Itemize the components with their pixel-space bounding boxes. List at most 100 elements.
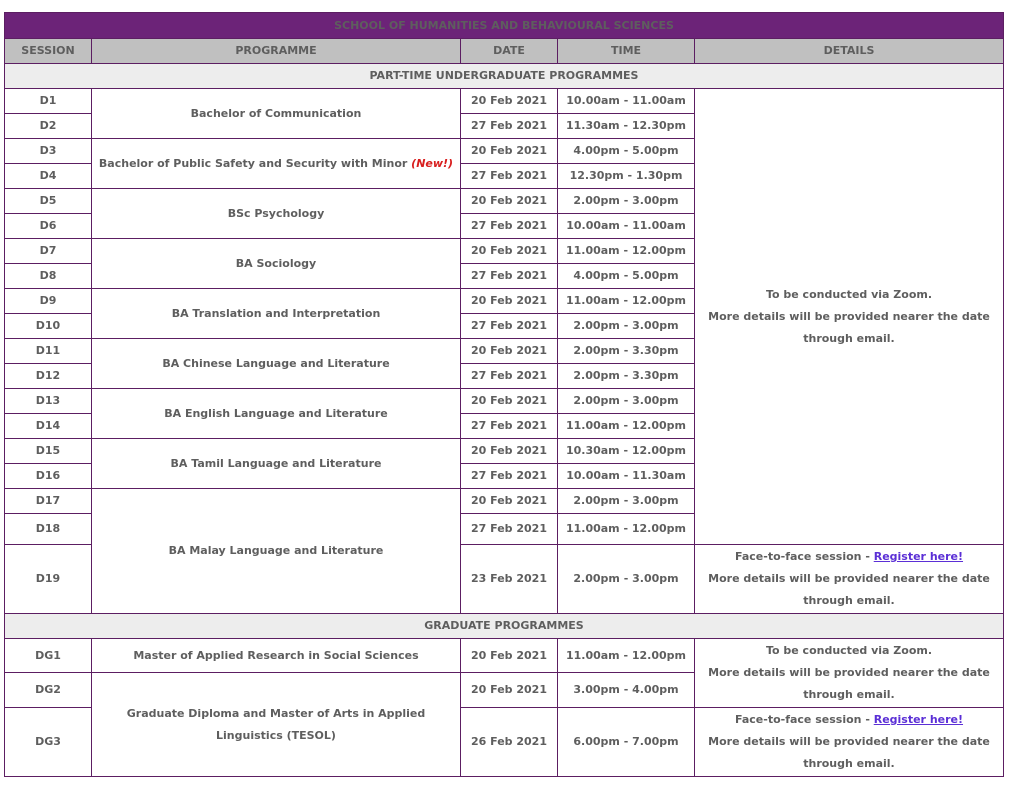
session-date: 20 Feb 2021 xyxy=(460,638,558,673)
session-time: 6.00pm - 7.00pm xyxy=(557,707,695,777)
programme-name-text: Bachelor of Public Safety and Security w… xyxy=(98,156,408,170)
section-row-grad: GRADUATE PROGRAMMES xyxy=(4,613,1004,639)
details-more-line: More details will be provided nearer the… xyxy=(708,572,990,585)
details-more-line: More details will be provided nearer the… xyxy=(708,666,990,679)
session-id: D5 xyxy=(4,188,92,214)
session-time: 2.00pm - 3.30pm xyxy=(557,338,695,364)
session-id: D14 xyxy=(4,413,92,439)
f2f-label: Face-to-face session - xyxy=(734,550,874,563)
section-title: GRADUATE PROGRAMMES xyxy=(4,613,1004,639)
programme-name: BA Sociology xyxy=(91,238,461,289)
session-id: DG2 xyxy=(4,672,92,708)
session-time: 11.00am - 12.00pm xyxy=(557,238,695,264)
new-badge: (New!) xyxy=(411,156,454,170)
title-row: SCHOOL OF HUMANITIES AND BEHAVIOURAL SCI… xyxy=(4,12,1004,39)
session-id: D3 xyxy=(4,138,92,164)
session-time: 2.00pm - 3.00pm xyxy=(557,488,695,514)
session-date: 27 Feb 2021 xyxy=(460,363,558,389)
session-id: D7 xyxy=(4,238,92,264)
session-id: D2 xyxy=(4,113,92,139)
details-more-line: More details will be provided nearer the… xyxy=(708,735,990,748)
session-id: D9 xyxy=(4,288,92,314)
programme-name: BA Chinese Language and Literature xyxy=(91,338,461,389)
session-date: 20 Feb 2021 xyxy=(460,488,558,514)
session-id: D6 xyxy=(4,213,92,239)
col-header-programme: PROGRAMME xyxy=(91,38,461,64)
session-date: 20 Feb 2021 xyxy=(460,138,558,164)
session-time: 4.00pm - 5.00pm xyxy=(557,138,695,164)
session-date: 27 Feb 2021 xyxy=(460,113,558,139)
session-time: 2.00pm - 3.00pm xyxy=(557,313,695,339)
details-email-line: through email. xyxy=(803,688,895,701)
section-row-undergrad: PART-TIME UNDERGRADUATE PROGRAMMES xyxy=(4,63,1004,89)
session-time: 11.00am - 12.00pm xyxy=(557,288,695,314)
session-id: D10 xyxy=(4,313,92,339)
session-time: 11.00am - 12.00pm xyxy=(557,513,695,545)
session-time: 11.00am - 12.00pm xyxy=(557,413,695,439)
programme-name: Master of Applied Research in Social Sci… xyxy=(91,638,461,673)
session-id: D15 xyxy=(4,438,92,464)
session-time: 10.00am - 11.00am xyxy=(557,88,695,114)
session-id: D12 xyxy=(4,363,92,389)
session-time: 2.00pm - 3.30pm xyxy=(557,363,695,389)
session-date: 27 Feb 2021 xyxy=(460,213,558,239)
session-date: 23 Feb 2021 xyxy=(460,544,558,614)
session-time: 11.30am - 12.30pm xyxy=(557,113,695,139)
session-time: 10.00am - 11.30am xyxy=(557,463,695,489)
session-date: 26 Feb 2021 xyxy=(460,707,558,777)
details-zoom-line: To be conducted via Zoom. xyxy=(765,644,933,657)
details-cell-f2f: Face-to-face session - Register here! Mo… xyxy=(694,707,1004,777)
col-header-details: DETAILS xyxy=(694,38,1004,64)
session-date: 27 Feb 2021 xyxy=(460,263,558,289)
session-date: 27 Feb 2021 xyxy=(460,463,558,489)
session-date: 20 Feb 2021 xyxy=(460,88,558,114)
details-cell-f2f: Face-to-face session - Register here! Mo… xyxy=(694,544,1004,614)
session-id: D1 xyxy=(4,88,92,114)
col-header-date: DATE xyxy=(460,38,558,64)
col-header-time: TIME xyxy=(557,38,695,64)
session-date: 20 Feb 2021 xyxy=(460,238,558,264)
session-date: 27 Feb 2021 xyxy=(460,163,558,189)
details-email-line: through email. xyxy=(803,594,895,607)
programme-name: Graduate Diploma and Master of Arts in A… xyxy=(91,672,461,777)
schedule-table: SCHOOL OF HUMANITIES AND BEHAVIOURAL SCI… xyxy=(4,12,1004,777)
f2f-label: Face-to-face session - xyxy=(734,713,874,726)
session-id: D16 xyxy=(4,463,92,489)
programme-name: BA Translation and Interpretation xyxy=(91,288,461,339)
session-time: 2.00pm - 3.00pm xyxy=(557,188,695,214)
session-date: 27 Feb 2021 xyxy=(460,513,558,545)
session-time: 4.00pm - 5.00pm xyxy=(557,263,695,289)
session-date: 20 Feb 2021 xyxy=(460,438,558,464)
session-id: D4 xyxy=(4,163,92,189)
details-email-line: through email. xyxy=(803,757,895,770)
programme-name: BA English Language and Literature xyxy=(91,388,461,439)
session-id: D11 xyxy=(4,338,92,364)
table-row: DG1 Master of Applied Research in Social… xyxy=(4,638,1004,708)
session-date: 20 Feb 2021 xyxy=(460,338,558,364)
register-link[interactable]: Register here! xyxy=(874,550,963,563)
session-date: 20 Feb 2021 xyxy=(460,672,558,708)
session-time: 11.00am - 12.00pm xyxy=(557,638,695,673)
programme-name: Bachelor of Public Safety and Security w… xyxy=(91,138,461,189)
header-row: SESSION PROGRAMME DATE TIME DETAILS xyxy=(4,38,1004,64)
programme-name: Bachelor of Communication xyxy=(91,88,461,139)
session-date: 27 Feb 2021 xyxy=(460,313,558,339)
details-email-line: through email. xyxy=(803,331,895,345)
programme-name: BA Tamil Language and Literature xyxy=(91,438,461,489)
session-id: DG1 xyxy=(4,638,92,673)
session-date: 20 Feb 2021 xyxy=(460,188,558,214)
session-id: DG3 xyxy=(4,707,92,777)
session-time: 10.00am - 11.00am xyxy=(557,213,695,239)
programme-name: BA Malay Language and Literature xyxy=(91,488,461,614)
session-time: 12.30pm - 1.30pm xyxy=(557,163,695,189)
session-id: D17 xyxy=(4,488,92,514)
programme-name: BSc Psychology xyxy=(91,188,461,239)
details-cell-zoom: To be conducted via Zoom. More details w… xyxy=(694,88,1004,545)
register-link[interactable]: Register here! xyxy=(874,713,963,726)
session-id: D8 xyxy=(4,263,92,289)
table-title: SCHOOL OF HUMANITIES AND BEHAVIOURAL SCI… xyxy=(4,12,1004,39)
session-date: 27 Feb 2021 xyxy=(460,413,558,439)
session-time: 3.00pm - 4.00pm xyxy=(557,672,695,708)
details-f2f-line: Face-to-face session - Register here! xyxy=(695,546,1003,568)
session-id: D19 xyxy=(4,544,92,614)
